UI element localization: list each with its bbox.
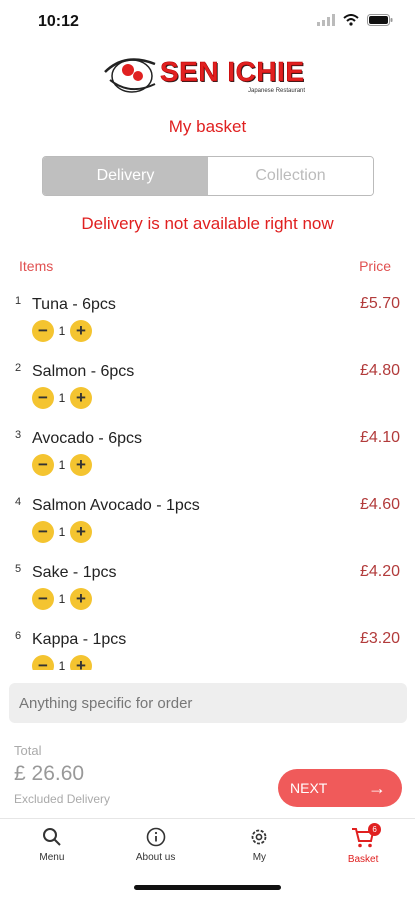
decrease-quantity-button[interactable]: − bbox=[32, 454, 54, 476]
delivery-unavailable-notice: Delivery is not available right now bbox=[81, 214, 334, 233]
logo-emblem-icon bbox=[104, 58, 156, 93]
info-icon bbox=[146, 827, 165, 847]
logo-name: SEN ICHIE bbox=[160, 56, 305, 88]
basket-item: 6 Kappa - 1pcs £3.20 − 1 + bbox=[0, 620, 415, 670]
item-quantity: 1 bbox=[58, 525, 66, 539]
item-number: 5 bbox=[15, 563, 22, 575]
item-quantity: 1 bbox=[58, 659, 66, 670]
status-icons bbox=[317, 14, 393, 26]
price-column-header: Price bbox=[359, 258, 391, 274]
cart-icon-wrapper: 6 bbox=[351, 823, 382, 849]
next-button[interactable]: NEXT → bbox=[278, 769, 402, 807]
item-number: 6 bbox=[15, 630, 22, 642]
decrease-quantity-button[interactable]: − bbox=[32, 588, 54, 610]
total-note: Excluded Delivery bbox=[14, 792, 111, 806]
tab-basket-label: Basket bbox=[347, 854, 379, 865]
item-price: £4.20 bbox=[359, 563, 400, 580]
increase-quantity-button[interactable]: + bbox=[70, 588, 92, 610]
quantity-stepper: − 1 + bbox=[32, 655, 92, 670]
increase-quantity-button[interactable]: + bbox=[70, 387, 92, 409]
item-price: £5.70 bbox=[359, 295, 400, 312]
basket-item: 3 Avocado - 6pcs £4.10 − 1 + bbox=[0, 419, 415, 486]
item-quantity: 1 bbox=[58, 391, 66, 405]
gear-icon bbox=[251, 829, 267, 845]
tab-about-us[interactable]: About us bbox=[104, 819, 208, 871]
arrow-right-icon: → bbox=[368, 777, 386, 798]
next-button-label: NEXT bbox=[290, 780, 328, 796]
increase-quantity-button[interactable]: + bbox=[70, 320, 92, 342]
tab-basket[interactable]: 6 Basket bbox=[311, 819, 415, 871]
quantity-stepper: − 1 + bbox=[32, 320, 92, 342]
item-name: Sake - 1pcs bbox=[32, 564, 117, 581]
item-name: Salmon - 6pcs bbox=[32, 363, 135, 380]
item-name: Tuna - 6pcs bbox=[32, 296, 116, 313]
bottom-tab-bar: Menu About us My 6 Basket bbox=[0, 818, 415, 871]
decrease-quantity-button[interactable]: − bbox=[32, 320, 54, 342]
quantity-stepper: − 1 + bbox=[32, 387, 92, 409]
order-note-input[interactable] bbox=[9, 683, 407, 723]
status-time: 10:12 bbox=[38, 13, 79, 30]
item-price: £3.20 bbox=[359, 630, 400, 647]
item-price: £4.60 bbox=[359, 496, 400, 513]
segment-delivery[interactable]: Delivery bbox=[43, 157, 208, 195]
item-quantity: 1 bbox=[58, 592, 66, 606]
basket-item: 2 Salmon - 6pcs £4.80 − 1 + bbox=[0, 352, 415, 419]
tab-menu[interactable]: Menu bbox=[0, 819, 104, 871]
decrease-quantity-button[interactable]: − bbox=[32, 387, 54, 409]
tab-my-label: My bbox=[252, 852, 267, 863]
search-icon bbox=[42, 828, 61, 846]
item-quantity: 1 bbox=[58, 458, 66, 472]
item-number: 1 bbox=[15, 295, 22, 307]
item-name: Salmon Avocado - 1pcs bbox=[32, 497, 200, 514]
tab-menu-label: Menu bbox=[39, 852, 65, 863]
tab-about-us-label: About us bbox=[135, 852, 176, 863]
segment-collection[interactable]: Collection bbox=[208, 157, 373, 195]
page-title: My basket bbox=[168, 117, 247, 136]
item-number: 4 bbox=[15, 496, 22, 508]
total-value: £ 26.60 bbox=[14, 762, 85, 785]
logo-subtitle: Japanese Restaurant bbox=[248, 88, 306, 94]
basket-item: 1 Tuna - 6pcs £5.70 − 1 + bbox=[0, 285, 415, 352]
status-bar: 10:12 bbox=[0, 0, 415, 44]
item-name: Avocado - 6pcs bbox=[32, 430, 142, 447]
tab-my[interactable]: My bbox=[208, 819, 312, 871]
order-type-segmented-control[interactable]: Delivery Collection bbox=[42, 156, 374, 196]
item-number: 2 bbox=[15, 362, 22, 374]
decrease-quantity-button[interactable]: − bbox=[32, 655, 54, 670]
quantity-stepper: − 1 + bbox=[32, 521, 92, 543]
increase-quantity-button[interactable]: + bbox=[70, 521, 92, 543]
basket-item: 5 Sake - 1pcs £4.20 − 1 + bbox=[0, 553, 415, 620]
increase-quantity-button[interactable]: + bbox=[70, 454, 92, 476]
increase-quantity-button[interactable]: + bbox=[70, 655, 92, 670]
wifi-icon bbox=[343, 14, 359, 26]
restaurant-logo: SEN ICHIE Japanese Restaurant bbox=[100, 50, 315, 100]
item-price: £4.80 bbox=[359, 362, 400, 379]
battery-icon bbox=[367, 14, 393, 26]
basket-items-list[interactable]: 1 Tuna - 6pcs £5.70 − 1 + 2 Salmon - 6pc… bbox=[0, 285, 415, 670]
item-quantity: 1 bbox=[58, 324, 66, 338]
decrease-quantity-button[interactable]: − bbox=[32, 521, 54, 543]
signal-icon bbox=[317, 14, 335, 26]
home-indicator bbox=[134, 885, 281, 890]
items-column-header: Items bbox=[19, 258, 54, 274]
quantity-stepper: − 1 + bbox=[32, 454, 92, 476]
item-name: Kappa - 1pcs bbox=[32, 631, 127, 648]
item-number: 3 bbox=[15, 429, 22, 441]
item-price: £4.10 bbox=[359, 429, 400, 446]
total-label: Total bbox=[14, 743, 42, 758]
quantity-stepper: − 1 + bbox=[32, 588, 92, 610]
basket-item: 4 Salmon Avocado - 1pcs £4.60 − 1 + bbox=[0, 486, 415, 553]
basket-count-badge: 6 bbox=[368, 823, 382, 836]
